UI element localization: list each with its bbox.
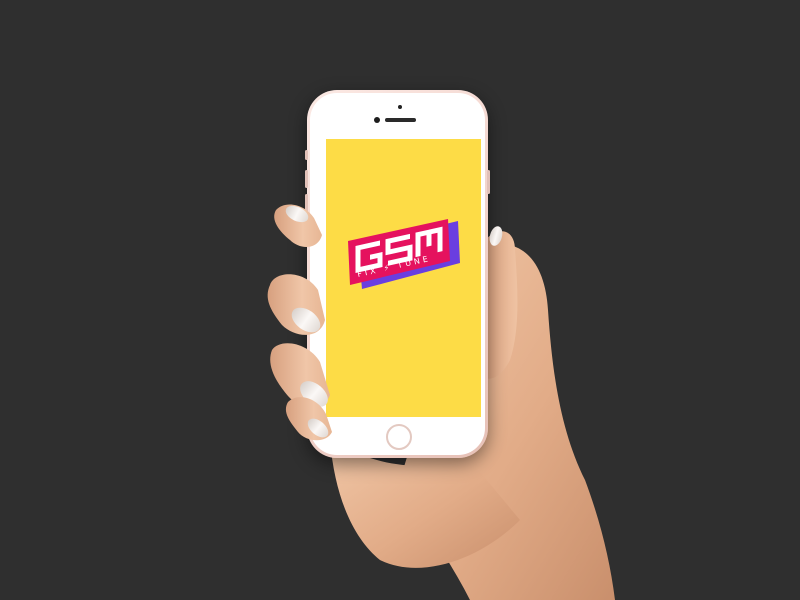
hand-front: [267, 204, 503, 441]
scene: FIX ⚡ TUNE: [0, 0, 800, 600]
thumb-nail: [489, 226, 503, 246]
